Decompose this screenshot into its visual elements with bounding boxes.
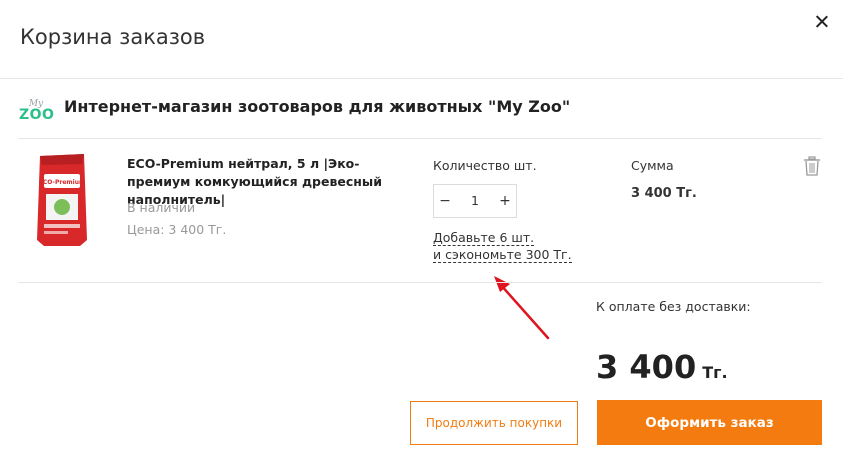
- divider: [18, 138, 822, 139]
- divider: [18, 282, 822, 283]
- store-name[interactable]: Интернет-магазин зоотоваров для животных…: [64, 97, 570, 116]
- stock-status: В наличии: [127, 200, 196, 215]
- store-logo-text: ZOO: [19, 107, 54, 122]
- trash-icon[interactable]: [803, 156, 821, 176]
- quantity-plus-button[interactable]: +: [494, 185, 516, 217]
- product-image[interactable]: ECO-Premium: [32, 150, 92, 250]
- total-amount: 3 400 Тг.: [596, 348, 728, 386]
- quantity-input[interactable]: 1: [456, 185, 494, 217]
- bulk-discount-link[interactable]: Добавьте 6 шт. и сэкономьте 300 Тг.: [433, 229, 572, 263]
- close-icon[interactable]: [812, 12, 832, 32]
- sum-value: 3 400 Тг.: [631, 186, 697, 201]
- promo-line-2[interactable]: и сэкономьте 300 Тг.: [433, 247, 572, 263]
- quantity-minus-button[interactable]: −: [434, 185, 456, 217]
- store-logo: My ZOO: [19, 99, 54, 122]
- quantity-label: Количество шт.: [433, 158, 537, 173]
- store-row: My ZOO Интернет-магазин зоотоваров для ж…: [18, 92, 818, 124]
- total-currency: Тг.: [702, 363, 728, 382]
- promo-line-1[interactable]: Добавьте 6 шт.: [433, 230, 535, 246]
- quantity-stepper: − 1 +: [433, 184, 517, 218]
- cart-modal: Корзина заказов My ZOO Интернет-магазин …: [0, 0, 843, 467]
- total-label: К оплате без доставки:: [596, 299, 751, 314]
- product-image-text: ECO-Premium: [39, 179, 85, 186]
- unit-price: Цена: 3 400 Тг.: [127, 222, 227, 237]
- sum-label: Сумма: [631, 158, 674, 173]
- place-order-button[interactable]: Оформить заказ: [597, 400, 822, 445]
- modal-header: Корзина заказов: [0, 0, 843, 79]
- modal-title: Корзина заказов: [20, 25, 206, 49]
- continue-shopping-button[interactable]: Продолжить покупки: [410, 401, 578, 445]
- total-amount-value: 3 400: [596, 348, 697, 386]
